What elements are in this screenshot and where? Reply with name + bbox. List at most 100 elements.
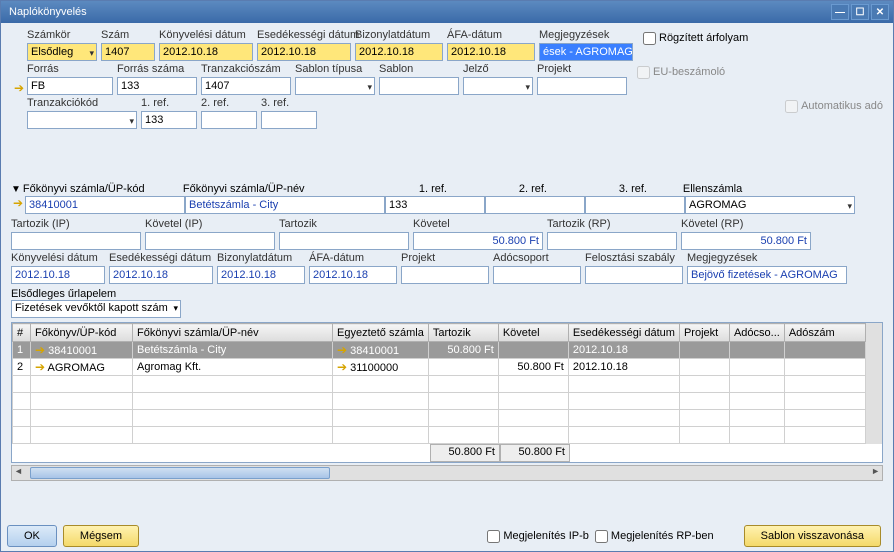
kovetel-rp-input[interactable]: 50.800 Ft <box>681 232 811 250</box>
acc-ref1-input[interactable]: 133 <box>385 196 485 214</box>
acc-drill-icon[interactable]: ➔ <box>11 196 25 210</box>
grid-vscroll[interactable] <box>866 323 882 444</box>
megj-ip-checkbox[interactable] <box>487 530 500 543</box>
acc-ref3-input[interactable] <box>585 196 685 214</box>
col-tar[interactable]: Tartozik <box>428 324 498 342</box>
grid-hscroll[interactable] <box>11 465 883 481</box>
table-row[interactable] <box>13 427 866 444</box>
cancel-button[interactable]: Mégsem <box>63 525 139 547</box>
sabltip-input[interactable] <box>295 77 375 95</box>
ellen-input[interactable]: AGROMAG <box>685 196 855 214</box>
megj-rp-checkbox[interactable] <box>595 530 608 543</box>
ref1-input[interactable]: 133 <box>141 111 197 129</box>
sablon-visszavonasa-button[interactable]: Sablon visszavonása <box>744 525 881 547</box>
footer-bar: OK Mégsem Megjelenítés IP-b Megjelenítés… <box>1 521 893 551</box>
tartozik-input[interactable] <box>279 232 409 250</box>
primary-form-select[interactable]: Fizetések vevőktől kapott szám <box>11 300 181 318</box>
col-egy[interactable]: Egyeztető számla <box>333 324 429 342</box>
bizdatum-label: Bizonylatdátum <box>355 29 443 43</box>
ref2-input[interactable] <box>201 111 257 129</box>
afadatum-input[interactable]: 2012.10.18 <box>447 43 535 61</box>
primary-form-label: Elsődleges űrlapelem <box>11 288 883 300</box>
rogzitett-checkbox[interactable] <box>643 32 656 45</box>
forrsz-label: Forrás száma <box>117 63 197 77</box>
sum-kovetel: 50.800 Ft <box>500 444 570 462</box>
afa2-label: ÁFA-dátum <box>309 252 397 266</box>
eseddatum-input[interactable]: 2012.10.18 <box>257 43 351 61</box>
forras-input[interactable]: FB <box>27 77 113 95</box>
titlebar: Naplókönyvelés — ☐ ✕ <box>1 1 893 23</box>
konyvdatum-input[interactable]: 2012.10.18 <box>159 43 253 61</box>
eub-label: EU-beszámoló <box>653 66 725 78</box>
row-drill-icon[interactable]: ➔ <box>337 343 347 357</box>
szam-input[interactable]: 1407 <box>101 43 155 61</box>
table-row[interactable] <box>13 376 866 393</box>
fkszup-name-label: Főkönyvi számla/ÜP-név <box>183 183 383 195</box>
table-row[interactable] <box>13 393 866 410</box>
felo-input[interactable] <box>585 266 683 284</box>
col-fk[interactable]: Főkönyv/ÜP-kód <box>31 324 133 342</box>
col-proj[interactable]: Projekt <box>679 324 729 342</box>
ok-button[interactable]: OK <box>7 525 57 547</box>
col-fn[interactable]: Főkönyvi számla/ÜP-név <box>133 324 333 342</box>
ref2-label: 2. ref. <box>201 97 257 111</box>
col-kov[interactable]: Követel <box>498 324 568 342</box>
tartozik-rp-input[interactable] <box>547 232 677 250</box>
sum-tartozik: 50.800 Ft <box>430 444 500 462</box>
row-drill-icon[interactable]: ➔ <box>35 343 45 357</box>
table-row[interactable] <box>13 410 866 427</box>
tartozik-label: Tartozik <box>279 218 409 232</box>
szam-label: Szám <box>101 29 155 43</box>
kovetel-ip-label: Követel (IP) <box>145 218 275 232</box>
close-button[interactable]: ✕ <box>871 4 889 20</box>
drill-arrow-icon[interactable]: ➔ <box>14 81 24 95</box>
kovetel-ip-input[interactable] <box>145 232 275 250</box>
row-drill-icon[interactable]: ➔ <box>35 360 45 374</box>
col-num[interactable]: # <box>13 324 31 342</box>
projekt-label: Projekt <box>537 63 627 77</box>
biz2-input[interactable]: 2012.10.18 <box>217 266 305 284</box>
eseddatum-label: Esedékességi dátum <box>257 29 351 43</box>
bizdatum-input[interactable]: 2012.10.18 <box>355 43 443 61</box>
megj-ip-label: Megjelenítés IP-b <box>503 530 589 542</box>
ellen-label: Ellenszámla <box>683 183 803 195</box>
minimize-button[interactable]: — <box>831 4 849 20</box>
acc-ref2-label: 2. ref. <box>483 183 583 195</box>
forras-label: Forrás <box>27 63 113 77</box>
jelzo-input[interactable] <box>463 77 533 95</box>
ref3-label: 3. ref. <box>261 97 317 111</box>
ref3-input[interactable] <box>261 111 317 129</box>
ado-input[interactable] <box>493 266 581 284</box>
tartozik-ip-label: Tartozik (IP) <box>11 218 141 232</box>
maximize-button[interactable]: ☐ <box>851 4 869 20</box>
col-adosz[interactable]: Adószám <box>784 324 865 342</box>
esed2-input[interactable]: 2012.10.18 <box>109 266 213 284</box>
table-row[interactable]: 2 ➔ AGROMAG Agromag Kft. ➔ 31100000 50.8… <box>13 359 866 376</box>
forrsz-input[interactable]: 133 <box>117 77 197 95</box>
kovetel-label: Követel <box>413 218 543 232</box>
fk-nev-input[interactable]: Betétszámla - City <box>185 196 385 214</box>
tkod-input[interactable] <box>27 111 137 129</box>
projekt2-input[interactable] <box>401 266 489 284</box>
sabltip-label: Sablon típusa <box>295 63 375 77</box>
col-ado[interactable]: Adócso... <box>729 324 784 342</box>
table-row[interactable]: 1 ➔ 38410001 Betétszámla - City ➔ 384100… <box>13 342 866 359</box>
megj2-input[interactable]: Bejövő fizetések - AGROMAG <box>687 266 847 284</box>
tartozik-ip-input[interactable] <box>11 232 141 250</box>
acc-ref2-input[interactable] <box>485 196 585 214</box>
szamkor-label: Számkör <box>27 29 97 43</box>
kovetel-input[interactable]: 50.800 Ft <box>413 232 543 250</box>
col-esed[interactable]: Esedékességi dátum <box>568 324 679 342</box>
sablon-input[interactable] <box>379 77 459 95</box>
megj-input[interactable]: ések - AGROMAG <box>539 43 633 61</box>
fk-kod-input[interactable]: 38410001 <box>25 196 185 214</box>
collapse-icon[interactable]: ▼ <box>11 184 21 195</box>
afa2-input[interactable]: 2012.10.18 <box>309 266 397 284</box>
szamkor-input[interactable]: Elsődleg <box>27 43 97 61</box>
kovetel-rp-label: Követel (RP) <box>681 218 811 232</box>
megj-rp-label: Megjelenítés RP-ben <box>611 530 714 542</box>
row-drill-icon[interactable]: ➔ <box>337 360 347 374</box>
transz-input[interactable]: 1407 <box>201 77 291 95</box>
projekt-input[interactable] <box>537 77 627 95</box>
konyv2-input[interactable]: 2012.10.18 <box>11 266 105 284</box>
